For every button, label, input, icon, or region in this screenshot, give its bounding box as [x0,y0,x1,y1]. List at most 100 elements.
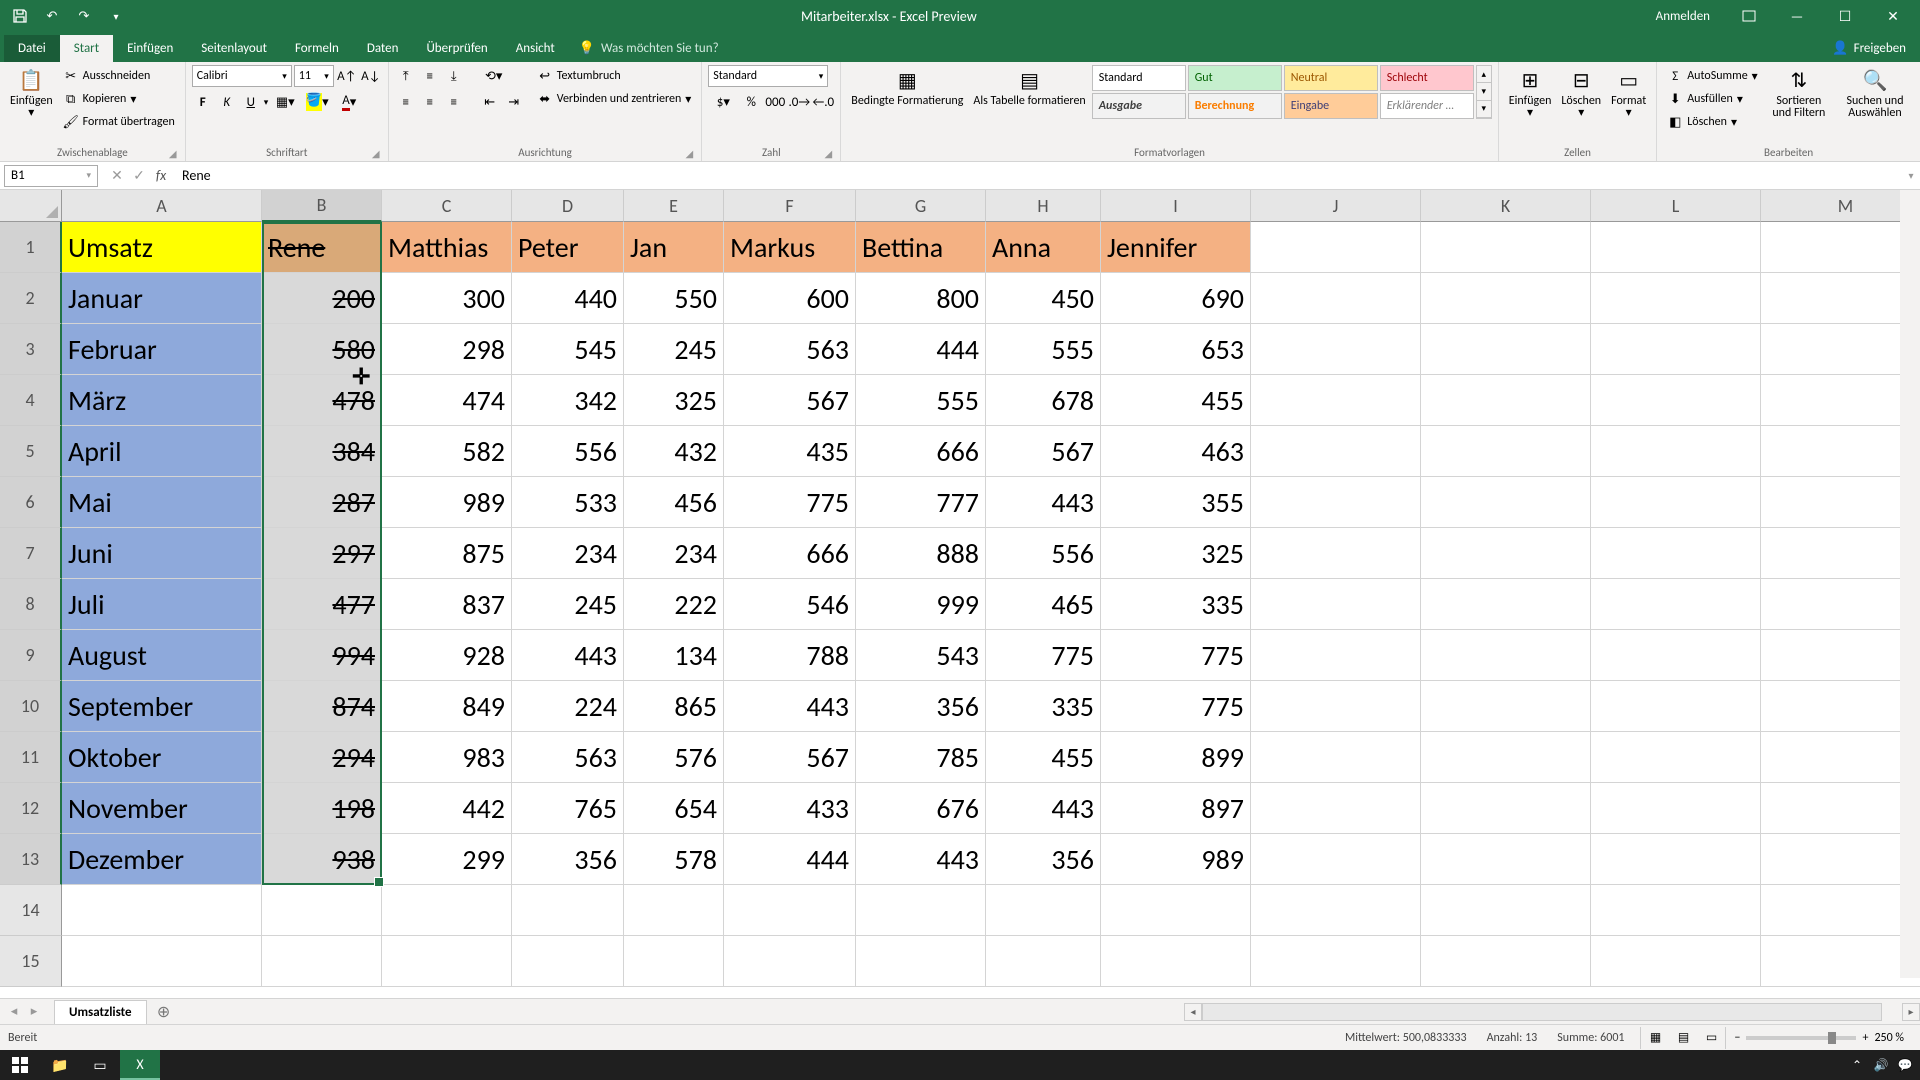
zoom-out-icon[interactable]: − [1734,1031,1740,1045]
cell[interactable]: 899 [1101,732,1251,783]
select-all-corner[interactable] [0,190,62,222]
cell[interactable] [62,885,262,936]
underline-button[interactable]: U [240,91,262,113]
vertical-scrollbar[interactable] [1900,190,1920,978]
cell[interactable]: Mai [62,477,262,528]
row-header[interactable]: 2 [0,273,62,324]
cell[interactable]: 785 [856,732,986,783]
cell[interactable] [1421,477,1591,528]
tray-volume-icon[interactable]: 🔊 [1870,1058,1892,1073]
cell[interactable]: Markus [724,222,856,273]
cut-button[interactable]: ✂Ausschneiden [59,65,179,87]
style-standard[interactable]: Standard [1092,65,1186,91]
cell[interactable]: 234 [624,528,724,579]
indent-decrease-button[interactable]: ⇤ [479,91,501,113]
column-header[interactable]: M [1761,190,1920,222]
cell[interactable] [1761,732,1920,783]
column-header[interactable]: A [62,190,262,222]
tray-notification-icon[interactable]: 💬 [1894,1058,1916,1073]
cell[interactable]: 443 [986,783,1101,834]
cell[interactable]: Jan [624,222,724,273]
cell[interactable] [1421,222,1591,273]
row-header[interactable]: 4 [0,375,62,426]
cell[interactable]: 443 [856,834,986,885]
cell[interactable]: Juli [62,579,262,630]
hscroll-left-icon[interactable]: ◂ [1184,1003,1202,1021]
cell[interactable]: Rene [262,222,382,273]
launcher-icon[interactable]: ◢ [683,147,695,159]
start-button[interactable] [0,1050,40,1080]
tray-chevron-icon[interactable]: ⌃ [1846,1058,1868,1073]
cell[interactable]: 200 [262,273,382,324]
row-header[interactable]: 10 [0,681,62,732]
number-format-select[interactable]: Standard▾ [708,65,828,87]
insert-cells-button[interactable]: ⊞Einfügen▾ [1505,65,1556,121]
cell[interactable] [856,885,986,936]
cell[interactable] [1591,732,1761,783]
cell[interactable] [512,936,624,987]
cell[interactable] [382,936,512,987]
cell[interactable]: 294 [262,732,382,783]
format-as-table-button[interactable]: ▤ Als Tabelle formatieren [969,65,1089,109]
tab-formulas[interactable]: Formeln [281,35,353,62]
cell[interactable]: 465 [986,579,1101,630]
align-left-button[interactable]: ≡ [395,91,417,113]
expand-formula-bar-icon[interactable]: ▾ [1902,169,1920,182]
cell[interactable]: 865 [624,681,724,732]
cell[interactable]: 134 [624,630,724,681]
style-neutral[interactable]: Neutral [1284,65,1378,91]
cell[interactable]: 556 [986,528,1101,579]
cell[interactable] [1591,426,1761,477]
tab-data[interactable]: Daten [353,35,413,62]
cell[interactable] [1761,936,1920,987]
cell[interactable]: Dezember [62,834,262,885]
font-name-select[interactable]: Calibri▾ [192,65,292,87]
taskbar-explorer-icon[interactable]: 📁 [40,1050,80,1080]
tab-file[interactable]: Datei [4,35,60,62]
styles-gallery-more[interactable]: ▴▾▾ [1476,65,1492,119]
tab-view[interactable]: Ansicht [502,35,569,62]
cell[interactable]: 245 [512,579,624,630]
tab-start[interactable]: Start [60,35,113,62]
cell[interactable]: 576 [624,732,724,783]
sort-filter-button[interactable]: ⇅Sortieren und Filtern [1764,65,1834,121]
cell[interactable]: 456 [624,477,724,528]
hscroll-right-icon[interactable]: ▸ [1902,1003,1920,1021]
row-header[interactable]: 6 [0,477,62,528]
cell[interactable] [624,885,724,936]
cell[interactable]: 788 [724,630,856,681]
cell[interactable] [1421,528,1591,579]
cell[interactable] [1591,273,1761,324]
cell[interactable]: 440 [512,273,624,324]
cell[interactable]: 432 [624,426,724,477]
bold-button[interactable]: F [192,91,214,113]
cell[interactable] [1421,375,1591,426]
cell[interactable] [1251,783,1421,834]
cell[interactable]: Matthias [382,222,512,273]
cell[interactable]: 800 [856,273,986,324]
style-schlecht[interactable]: Schlecht [1380,65,1474,91]
cell[interactable] [1591,579,1761,630]
cell[interactable]: 444 [724,834,856,885]
cell[interactable]: 297 [262,528,382,579]
conditional-formatting-button[interactable]: ▦ Bedingte Formatierung [847,65,967,109]
cell[interactable]: 335 [1101,579,1251,630]
cell[interactable]: 356 [512,834,624,885]
column-header[interactable]: K [1421,190,1591,222]
cell[interactable]: 543 [856,630,986,681]
launcher-icon[interactable]: ◢ [167,147,179,159]
cell[interactable]: 989 [382,477,512,528]
cell[interactable]: 455 [986,732,1101,783]
name-box[interactable]: B1▾ [4,165,98,187]
cell[interactable] [1251,834,1421,885]
formula-input[interactable]: Rene [176,167,1902,184]
copy-button[interactable]: ⧉Kopieren ▾ [59,88,179,110]
cell[interactable] [986,936,1101,987]
cell[interactable] [1591,783,1761,834]
cell[interactable] [624,936,724,987]
cell[interactable]: 477 [262,579,382,630]
font-color-button[interactable]: A▾ [334,91,364,113]
row-header[interactable]: 14 [0,885,62,936]
cell[interactable]: 355 [1101,477,1251,528]
cell[interactable] [1251,936,1421,987]
